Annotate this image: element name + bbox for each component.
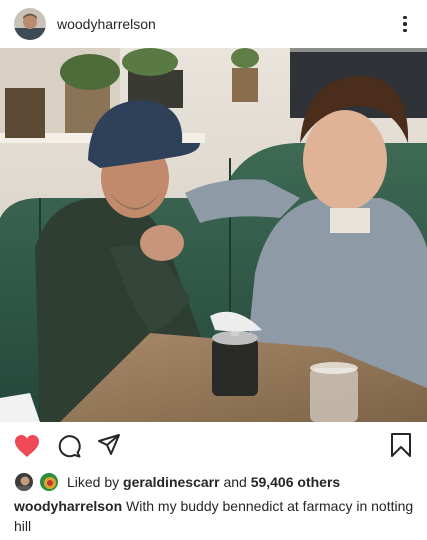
likes-prefix: Liked by [67,474,120,490]
likes-text: Liked by geraldinescarr and 59,406 other… [67,474,340,490]
liker-avatar-icon [15,473,33,491]
post-caption: woodyharrelson With my buddy bennedict a… [14,496,414,536]
liker-avatar[interactable] [39,472,59,492]
liker-avatar-icon [40,473,58,491]
caption-username[interactable]: woodyharrelson [14,498,122,514]
post-photo[interactable] [0,48,427,422]
comment-icon[interactable] [56,433,82,459]
likes-count[interactable]: 59,406 others [251,474,341,490]
post-photo-image [0,48,427,422]
user-avatar[interactable] [14,8,46,40]
post-username[interactable]: woodyharrelson [57,16,395,32]
more-options-icon[interactable] [395,10,415,38]
heart-filled-icon[interactable] [13,433,41,459]
liker-avatar[interactable] [14,472,34,492]
likes-row: Liked by geraldinescarr and 59,406 other… [14,470,340,494]
user-avatar-icon [14,8,46,40]
bookmark-icon[interactable] [389,432,413,458]
post-header: woodyharrelson [0,0,427,48]
liked-by-username[interactable]: geraldinescarr [123,474,220,490]
likes-connector: and [223,474,247,490]
action-bar [0,426,427,466]
send-icon[interactable] [96,432,122,458]
